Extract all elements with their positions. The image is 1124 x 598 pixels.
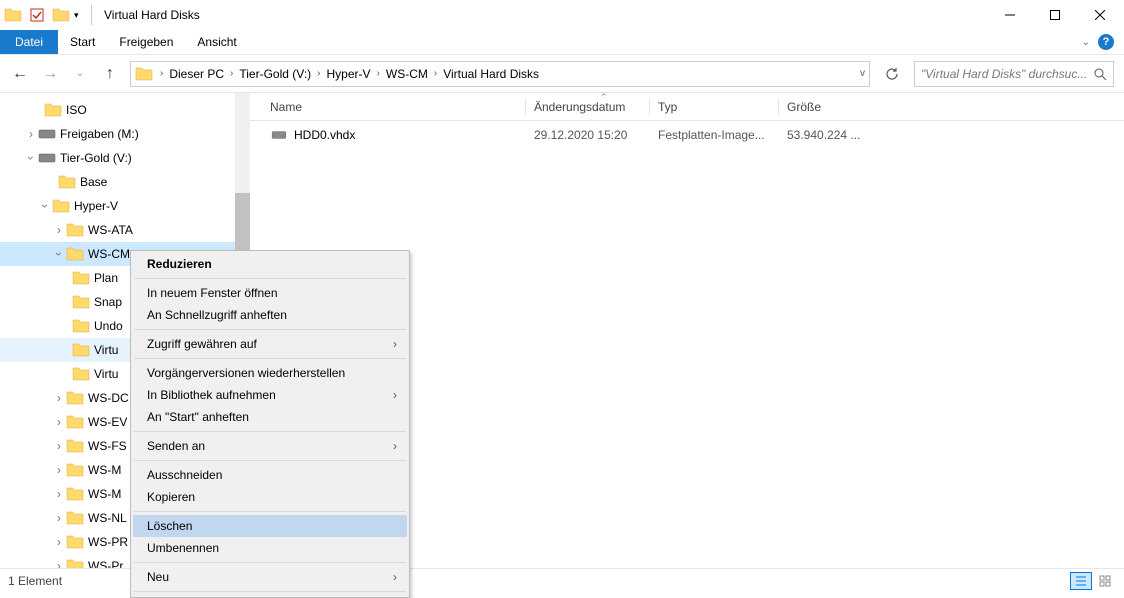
nav-history-chevron[interactable]: ⌄	[70, 68, 90, 79]
tree-item-iso[interactable]: ISO	[0, 98, 250, 122]
cm-neu[interactable]: Neu›	[133, 566, 407, 588]
tree-item-wsata[interactable]: ›WS-ATA	[0, 218, 250, 242]
crumb-pc[interactable]: Dieser PC	[166, 67, 227, 81]
cm-bibliothek[interactable]: In Bibliothek aufnehmen›	[133, 384, 407, 406]
context-menu: Reduzieren In neuem Fenster öffnen An Sc…	[130, 250, 410, 598]
column-headers: ⌃ Name Änderungsdatum Typ Größe	[250, 93, 1124, 121]
search-icon	[1093, 67, 1107, 81]
nav-forward-button[interactable]: →	[40, 65, 60, 83]
submenu-arrow-icon: ›	[393, 439, 397, 453]
folder-open-icon[interactable]	[52, 6, 70, 24]
collapse-toggle[interactable]: ›	[24, 151, 38, 165]
search-placeholder: "Virtual Hard Disks" durchsuc...	[921, 67, 1093, 81]
addressbar: ← → ⌄ ↑ › Dieser PC › Tier-Gold (V:) › H…	[0, 55, 1124, 93]
file-name: HDD0.vhdx	[294, 128, 355, 142]
tree-item-freigaben[interactable]: ›Freigaben (M:)	[0, 122, 250, 146]
submenu-arrow-icon: ›	[393, 388, 397, 402]
tree-item-hyperv[interactable]: ›Hyper-V	[0, 194, 250, 218]
sort-indicator-icon: ⌃	[600, 92, 608, 103]
crumb-sep[interactable]: ›	[157, 68, 166, 79]
cm-startanheften[interactable]: An "Start" anheften	[133, 406, 407, 428]
cm-ausschneiden[interactable]: Ausschneiden	[133, 464, 407, 486]
menu-start[interactable]: Start	[58, 30, 107, 54]
file-row[interactable]: HDD0.vhdx 29.12.2020 15:20 Festplatten-I…	[250, 121, 1124, 149]
view-details-button[interactable]	[1070, 572, 1092, 590]
folder-icon	[135, 65, 153, 83]
crumb-wscm[interactable]: WS-CM	[383, 67, 431, 81]
expand-toggle[interactable]: ›	[24, 127, 38, 141]
disk-icon	[270, 129, 288, 141]
file-date: 29.12.2020 15:20	[534, 128, 649, 142]
file-type: Festplatten-Image...	[658, 128, 778, 142]
col-header-date[interactable]: Änderungsdatum	[534, 100, 649, 114]
refresh-button[interactable]	[880, 67, 904, 81]
collapse-toggle[interactable]: ›	[38, 199, 52, 213]
cm-zugriff[interactable]: Zugriff gewähren auf›	[133, 333, 407, 355]
nav-back-button[interactable]: ←	[10, 65, 30, 83]
file-size: 53.940.224 ...	[787, 128, 887, 142]
nav-up-button[interactable]: ↑	[100, 65, 120, 83]
minimize-button[interactable]	[987, 0, 1032, 30]
scrollbar-thumb[interactable]	[235, 193, 250, 253]
maximize-button[interactable]	[1032, 0, 1077, 30]
cm-sendenan[interactable]: Senden an›	[133, 435, 407, 457]
menu-datei[interactable]: Datei	[0, 30, 58, 54]
cm-schnellzugriff[interactable]: An Schnellzugriff anheften	[133, 304, 407, 326]
search-input[interactable]: "Virtual Hard Disks" durchsuc...	[914, 61, 1114, 87]
crumb-hyperv[interactable]: Hyper-V	[324, 67, 374, 81]
cm-vorgaenger[interactable]: Vorgängerversionen wiederherstellen	[133, 362, 407, 384]
crumb-drive[interactable]: Tier-Gold (V:)	[236, 67, 314, 81]
checkbox-icon[interactable]	[28, 6, 46, 24]
titlebar: ▾ Virtual Hard Disks	[0, 0, 1124, 30]
submenu-arrow-icon: ›	[393, 570, 397, 584]
help-icon[interactable]: ?	[1098, 34, 1114, 50]
submenu-arrow-icon: ›	[393, 337, 397, 351]
chevron-down-icon[interactable]: ▾	[74, 10, 84, 21]
menu-freigeben[interactable]: Freigeben	[107, 30, 185, 54]
view-icons-button[interactable]	[1094, 572, 1116, 590]
breadcrumb[interactable]: › Dieser PC › Tier-Gold (V:) › Hyper-V ›…	[130, 61, 870, 87]
col-header-size[interactable]: Größe	[787, 100, 887, 114]
cm-umbenennen[interactable]: Umbenennen	[133, 537, 407, 559]
cm-neufenster[interactable]: In neuem Fenster öffnen	[133, 282, 407, 304]
breadcrumb-dropdown[interactable]: v	[860, 68, 865, 79]
col-header-name[interactable]: Name	[270, 100, 525, 114]
close-button[interactable]	[1077, 0, 1122, 30]
cm-kopieren[interactable]: Kopieren	[133, 486, 407, 508]
cm-loeschen[interactable]: Löschen	[133, 515, 407, 537]
window-title: Virtual Hard Disks	[104, 8, 200, 22]
tree-item-tiergold[interactable]: ›Tier-Gold (V:)	[0, 146, 250, 170]
crumb-vhd[interactable]: Virtual Hard Disks	[440, 67, 542, 81]
folder-icon[interactable]	[4, 6, 22, 24]
menu-ansicht[interactable]: Ansicht	[185, 30, 248, 54]
col-header-type[interactable]: Typ	[658, 100, 778, 114]
ribbon-chevron-icon[interactable]: ⌄	[1082, 37, 1090, 48]
menubar: Datei Start Freigeben Ansicht ⌄ ?	[0, 30, 1124, 55]
tree-item-base[interactable]: Base	[0, 170, 250, 194]
cm-reduzieren[interactable]: Reduzieren	[133, 253, 407, 275]
status-count: 1 Element	[8, 574, 62, 588]
